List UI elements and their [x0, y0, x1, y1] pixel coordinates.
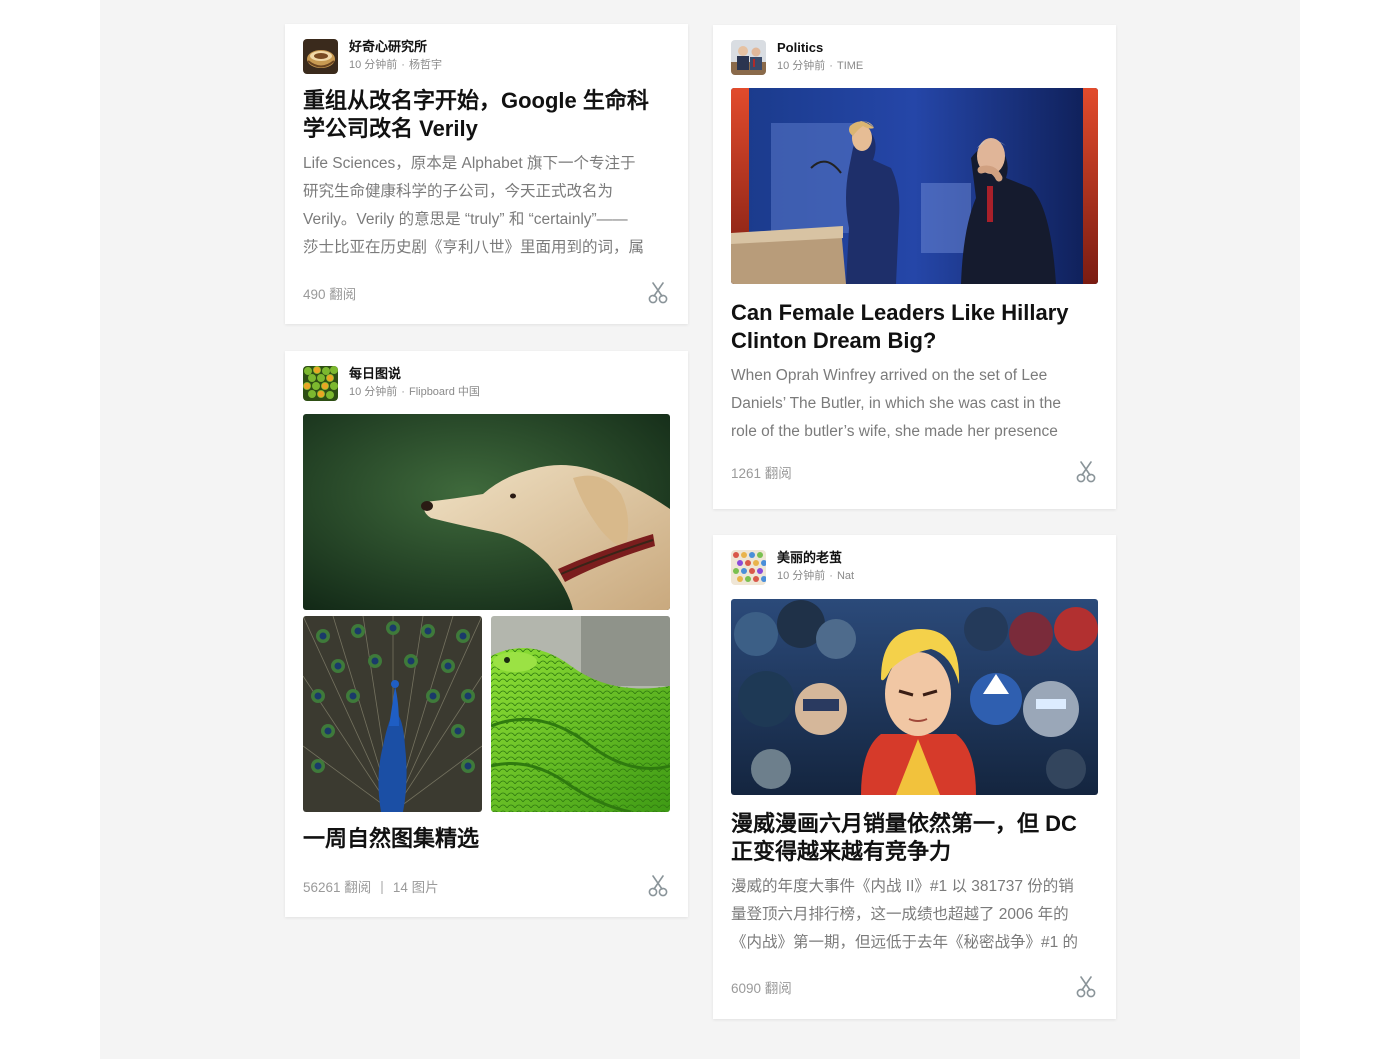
- scissors-icon: [1076, 461, 1096, 483]
- clip-button[interactable]: [1074, 975, 1098, 999]
- byline-dot: ·: [829, 570, 833, 582]
- card-stats: 6090 翻阅: [731, 977, 792, 997]
- flip-count: 56261 翻阅: [303, 880, 372, 895]
- comic-heroes-photo[interactable]: [731, 599, 1098, 795]
- time-ago: 10 分钟前: [777, 60, 826, 72]
- excerpt-line: 量登顶六月排行榜，这一成绩也超越了 2006 年的: [731, 906, 1069, 923]
- card-stats: 56261 翻阅 | 14 图片: [303, 876, 439, 896]
- time-ago: 10 分钟前: [777, 570, 826, 582]
- article-headline[interactable]: 一周自然图集精选: [303, 825, 670, 853]
- excerpt-line: Verily。Verily 的意思是 “truly” 和 “certainly”…: [303, 211, 628, 228]
- article-headline[interactable]: Can Female Leaders Like Hillary Clinton …: [731, 299, 1098, 355]
- source-name[interactable]: Nat: [837, 570, 854, 582]
- headline-line: 重组从改名字开始，Google 生命科: [303, 88, 649, 113]
- card-footer: 56261 翻阅 | 14 图片: [303, 874, 670, 898]
- colorful-pattern-icon[interactable]: [731, 549, 766, 585]
- byline: 10 分钟前 · 杨哲宇: [349, 57, 442, 74]
- section-name[interactable]: 美丽的老茧: [777, 549, 854, 566]
- headline-line: Can Female Leaders Like Hillary: [731, 300, 1069, 325]
- headline-line: 漫威漫画六月销量依然第一，但 DC: [731, 811, 1077, 836]
- card-footer: 1261 翻阅: [731, 460, 1098, 484]
- flip-count: 490 翻阅: [303, 287, 357, 302]
- card-header: 好奇心研究所 10 分钟前 · 杨哲宇: [303, 38, 442, 74]
- scissors-icon: [1076, 976, 1096, 998]
- scissors-icon: [648, 282, 668, 304]
- excerpt-line: 研究生命健康科学的子公司，今天正式改名为: [303, 183, 614, 200]
- headline-line: 学公司改名 Verily: [303, 116, 478, 141]
- source-name[interactable]: TIME: [837, 60, 863, 72]
- stats-separator: |: [380, 878, 384, 894]
- article-card[interactable]: 好奇心研究所 10 分钟前 · 杨哲宇 重组从改名字开始，Google 生命科 学公…: [285, 24, 688, 324]
- article-card[interactable]: Politics 10 分钟前 · TIME Can Female Leader…: [713, 25, 1116, 509]
- green-snake-photo[interactable]: [491, 616, 670, 812]
- section-name[interactable]: 好奇心研究所: [349, 38, 442, 55]
- excerpt-line: When Oprah Winfrey arrived on the set of…: [731, 367, 1048, 384]
- politician-icon[interactable]: [731, 39, 766, 75]
- byline-dot: ·: [401, 386, 405, 398]
- headline-line: 正变得越来越有竞争力: [731, 839, 952, 864]
- clip-button[interactable]: [646, 874, 670, 898]
- article-excerpt[interactable]: 漫威的年度大事件《内战 II》#1 以 381737 份的销 量登顶六月排行榜，…: [731, 873, 1098, 957]
- article-headline[interactable]: 漫威漫画六月销量依然第一，但 DC 正变得越来越有竞争力: [731, 810, 1098, 866]
- article-excerpt[interactable]: Life Sciences，原本是 Alphabet 旗下一个专注于 研究生命健…: [303, 150, 670, 262]
- clip-button[interactable]: [646, 281, 670, 305]
- clip-button[interactable]: [1074, 460, 1098, 484]
- byline-dot: ·: [829, 60, 833, 72]
- card-stats: 490 翻阅: [303, 283, 356, 303]
- source-name[interactable]: 杨哲宇: [409, 59, 442, 71]
- card-header: Politics 10 分钟前 · TIME: [731, 39, 863, 75]
- article-excerpt[interactable]: When Oprah Winfrey arrived on the set of…: [731, 362, 1098, 446]
- section-name[interactable]: Politics: [777, 39, 863, 56]
- feed-stage: 好奇心研究所 10 分钟前 · 杨哲宇 重组从改名字开始，Google 生命科 学公…: [100, 0, 1300, 1059]
- excerpt-line: Life Sciences，原本是 Alphabet 旗下一个专注于: [303, 155, 636, 172]
- byline-dot: ·: [401, 59, 405, 71]
- article-headline[interactable]: 重组从改名字开始，Google 生命科 学公司改名 Verily: [303, 87, 670, 143]
- scissors-icon: [648, 875, 668, 897]
- bowl-icon[interactable]: [303, 38, 338, 74]
- green-peas-icon[interactable]: [303, 365, 338, 401]
- podium-speech-photo[interactable]: [731, 88, 1098, 284]
- card-footer: 490 翻阅: [303, 281, 670, 305]
- excerpt-line: Daniels’ The Butler, in which she was ca…: [731, 395, 1061, 412]
- excerpt-line: 莎士比亚在历史剧《亨利八世》里面用到的词，属: [303, 239, 645, 256]
- time-ago: 10 分钟前: [349, 59, 398, 71]
- source-name[interactable]: Flipboard 中国: [409, 386, 480, 398]
- headline-line: Clinton Dream Big?: [731, 328, 937, 353]
- card-stats: 1261 翻阅: [731, 462, 792, 482]
- byline: 10 分钟前 · Nat: [777, 568, 854, 585]
- excerpt-line: 漫威的年度大事件《内战 II》#1 以 381737 份的销: [731, 878, 1074, 895]
- byline: 10 分钟前 · Flipboard 中国: [349, 384, 480, 401]
- card-header: 每日图说 10 分钟前 · Flipboard 中国: [303, 365, 480, 401]
- time-ago: 10 分钟前: [349, 386, 398, 398]
- photo-count: 14 图片: [392, 880, 439, 895]
- excerpt-line: role of the butler’s wife, she made her …: [731, 423, 1058, 440]
- card-header: 美丽的老茧 10 分钟前 · Nat: [731, 549, 854, 585]
- flip-count: 6090 翻阅: [731, 981, 792, 996]
- dog-photo[interactable]: [303, 414, 670, 610]
- article-card[interactable]: 美丽的老茧 10 分钟前 · Nat 漫威漫画六月销量依然第一，但 DC 正变得…: [713, 535, 1116, 1019]
- flip-count: 1261 翻阅: [731, 466, 792, 481]
- excerpt-line: 《内战》第一期，但远低于去年《秘密战争》#1 的: [731, 934, 1079, 951]
- article-card[interactable]: 每日图说 10 分钟前 · Flipboard 中国 一周自然图集精选 5626…: [285, 351, 688, 917]
- peacock-photo[interactable]: [303, 616, 482, 812]
- card-footer: 6090 翻阅: [731, 975, 1098, 999]
- byline: 10 分钟前 · TIME: [777, 58, 863, 75]
- section-name[interactable]: 每日图说: [349, 365, 480, 382]
